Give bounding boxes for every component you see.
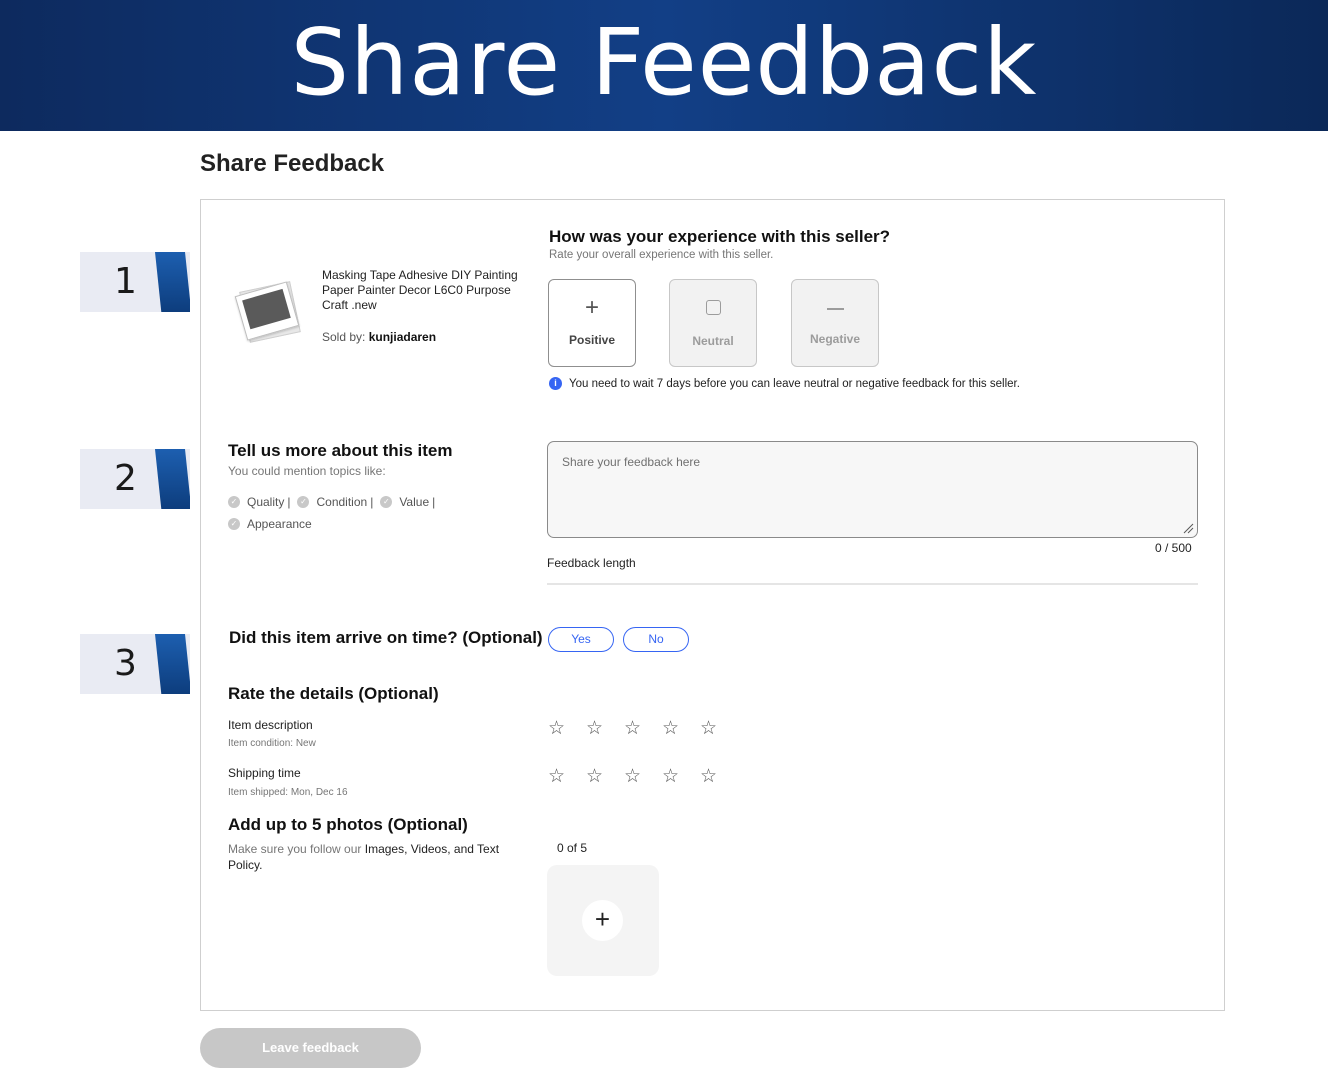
rate-details-title: Rate the details (Optional)	[228, 684, 439, 703]
star-icon[interactable]: ☆	[662, 766, 700, 786]
neutral-label: Neutral	[692, 334, 734, 348]
check-circle-icon: ✓	[297, 496, 310, 508]
item-description-rating: ☆ ☆ ☆ ☆ ☆	[548, 718, 738, 738]
star-icon[interactable]: ☆	[586, 766, 624, 786]
info-icon: i	[549, 377, 562, 390]
feedback-length-bar	[547, 583, 1198, 585]
details-title: Tell us more about this item	[228, 441, 453, 460]
check-circle-icon: ✓	[380, 496, 393, 508]
arrival-no-button[interactable]: No	[623, 627, 689, 652]
topic-condition: ✓ Condition |	[297, 492, 378, 512]
positive-label: Positive	[568, 333, 616, 347]
step-marker-1: 1	[80, 252, 190, 312]
minus-icon	[826, 308, 844, 310]
arrival-yes-button[interactable]: Yes	[548, 627, 614, 652]
header-banner: Share Feedback	[0, 0, 1328, 131]
topic-quality: ✓ Quality |	[228, 492, 295, 512]
negative-label: Negative	[809, 331, 861, 346]
item-image	[234, 280, 301, 343]
sold-by-label: Sold by:	[322, 330, 366, 344]
add-photo-button[interactable]: +	[547, 865, 659, 976]
star-icon[interactable]: ☆	[700, 718, 738, 738]
photos-subtitle: Make sure you follow our Images, Videos,…	[228, 842, 500, 872]
photo-count: 0 of 5	[557, 841, 588, 855]
shipping-time-label: Shipping time	[228, 766, 301, 780]
step-stripe	[155, 634, 190, 694]
step-stripe	[155, 449, 190, 509]
star-icon[interactable]: ☆	[548, 766, 586, 786]
notice-text: You need to wait 7 days before you can l…	[569, 377, 1020, 390]
experience-subtitle: Rate your overall experience with this s…	[549, 249, 774, 261]
step-number: 1	[114, 261, 137, 302]
star-icon[interactable]: ☆	[662, 718, 700, 738]
step-stripe	[155, 252, 190, 312]
positive-button[interactable]: + Positive	[548, 279, 636, 367]
topic-appearance: ✓ Appearance	[228, 514, 312, 534]
step-number: 2	[114, 458, 137, 499]
experience-question: How was your experience with this seller…	[549, 227, 891, 246]
step-marker-2: 2	[80, 449, 190, 509]
square-icon	[705, 300, 721, 315]
sold-by: Sold by: kunjiadaren	[322, 330, 436, 344]
star-icon[interactable]: ☆	[624, 766, 662, 786]
check-circle-icon: ✓	[228, 518, 240, 530]
star-icon[interactable]: ☆	[586, 718, 624, 738]
shipping-time-rating: ☆ ☆ ☆ ☆ ☆	[548, 766, 738, 786]
star-icon[interactable]: ☆	[624, 718, 662, 738]
item-shipped-text: Item shipped: Mon, Dec 16	[228, 787, 348, 798]
star-icon[interactable]: ☆	[548, 718, 586, 738]
topic-value: ✓ Value |	[380, 492, 440, 512]
item-condition-text: Item condition: New	[228, 738, 316, 749]
arrival-question: Did this item arrive on time? (Optional)	[229, 628, 543, 647]
neutral-button[interactable]: Neutral	[669, 279, 757, 367]
topic-list: ✓ Quality | ✓ Condition | ✓ Value | ✓ Appearance	[228, 490, 498, 534]
wait-notice: i You need to wait 7 days before you can…	[549, 377, 1020, 390]
feedback-placeholder: Share your feedback here	[562, 455, 701, 469]
star-icon[interactable]: ☆	[700, 766, 738, 786]
negative-button[interactable]: Negative	[791, 279, 879, 367]
leave-feedback-button[interactable]: Leave feedback	[200, 1028, 421, 1068]
plus-icon: +	[584, 294, 599, 321]
step-marker-3: 3	[80, 634, 190, 694]
plus-icon: +	[582, 900, 623, 941]
item-description-label: Item description	[228, 718, 313, 732]
seller-name[interactable]: kunjiadaren	[369, 330, 436, 344]
check-circle-icon: ✓	[228, 496, 240, 508]
step-number: 3	[114, 643, 137, 684]
feedback-textarea[interactable]: Share your feedback here	[547, 441, 1198, 538]
item-title[interactable]: Masking Tape Adhesive DIY Painting Paper…	[322, 268, 522, 313]
character-counter: 0 / 500	[1155, 541, 1192, 555]
page-title: Share Feedback	[200, 150, 385, 177]
photos-title: Add up to 5 photos (Optional)	[228, 815, 468, 834]
feedback-card: Masking Tape Adhesive DIY Painting Paper…	[200, 199, 1225, 1011]
banner-title: Share Feedback	[290, 8, 1038, 116]
details-subtitle: You could mention topics like:	[228, 464, 386, 478]
resize-grip-icon[interactable]	[1182, 522, 1194, 534]
feedback-length-label: Feedback length	[547, 556, 636, 570]
